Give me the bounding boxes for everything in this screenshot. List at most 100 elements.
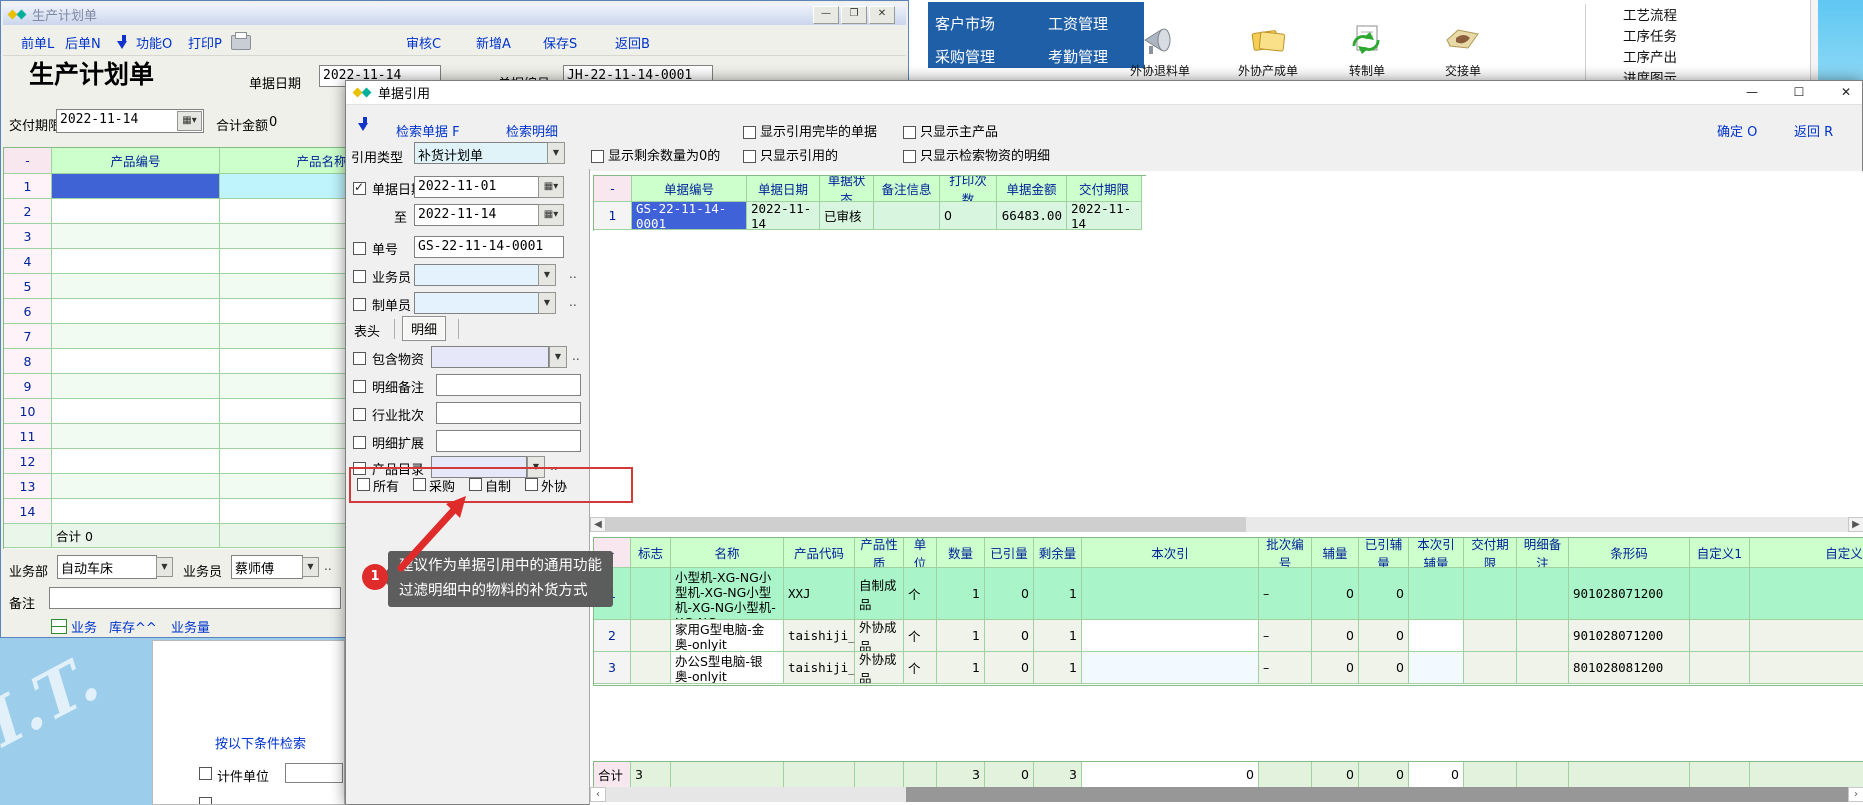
more-button[interactable]: .. (569, 295, 577, 309)
side-menu-item-工序产出[interactable]: 工序产出 (1623, 46, 1677, 66)
icon-button-3[interactable]: 转制单 (1322, 22, 1412, 79)
piece-unit-input[interactable] (285, 763, 343, 783)
checkbox[interactable] (743, 150, 756, 163)
chevron-down-icon[interactable]: ▼ (538, 292, 556, 314)
more-button[interactable]: .. (324, 559, 332, 573)
menu-item-考勤管理[interactable]: 考勤管理 (1048, 46, 1108, 67)
partial-checkbox[interactable] (199, 797, 212, 805)
tab-header[interactable]: 表头 (354, 321, 380, 340)
scroll-right-icon[interactable]: › (1848, 787, 1863, 802)
dept-combo[interactable]: 自动车床 (57, 555, 157, 579)
toolbar-item-8[interactable]: 返回B (615, 33, 650, 52)
scroll-track[interactable] (606, 787, 1848, 802)
toolbar-item-1[interactable]: 前单L (21, 33, 54, 52)
side-menu-item-工艺流程[interactable]: 工艺流程 (1623, 4, 1677, 24)
search-details-button[interactable]: 检索明细 (506, 121, 558, 140)
more-button[interactable]: .. (572, 349, 580, 363)
toolbar-item-5[interactable]: 审核C (406, 33, 441, 52)
minimize-icon[interactable]: — (813, 6, 839, 24)
search-by-condition-link[interactable]: 按以下条件检索 (215, 733, 306, 752)
cell: 0 (985, 568, 1034, 620)
icon-button-2[interactable]: 外协产成单 (1223, 22, 1313, 79)
scroll-right-icon[interactable]: ▶ (1848, 517, 1863, 532)
chevron-down-icon[interactable]: ▼ (302, 557, 319, 577)
piece-unit-checkbox[interactable] (199, 767, 212, 780)
main-window-titlebar[interactable]: 生产计划单 (3, 3, 906, 25)
cell: taishiji_s (784, 652, 855, 684)
ok-button[interactable]: 确定 O (1717, 121, 1757, 140)
menu-item-客户市场[interactable]: 客户市场 (935, 13, 995, 34)
scroll-left-icon[interactable]: ‹ (590, 787, 606, 802)
checkbox[interactable] (903, 150, 916, 163)
checkbox[interactable] (353, 436, 366, 449)
checkbox[interactable] (903, 126, 916, 139)
icon-button-1[interactable]: 外协退料单 (1115, 22, 1205, 79)
side-menu-item-工序任务[interactable]: 工序任务 (1623, 25, 1677, 45)
checkbox[interactable] (353, 270, 366, 283)
detail-row[interactable]: 3办公S型电脑-银奥-onlyittaishiji_s外协成品个101–0080… (594, 652, 1863, 684)
h-scrollbar[interactable]: ◀ ▶ (590, 517, 1863, 532)
chevron-down-icon[interactable]: ▼ (549, 346, 567, 368)
dialog-titlebar[interactable]: 单据引用 (346, 81, 1862, 105)
chevron-down-icon[interactable]: ▼ (547, 142, 565, 164)
checkbox[interactable] (353, 352, 366, 365)
checkbox[interactable] (353, 242, 366, 255)
back-button[interactable]: 返回 R (1794, 121, 1833, 140)
chevron-down-icon[interactable]: ▼ (538, 264, 556, 286)
toolbar-item-4[interactable]: 打印P (188, 33, 222, 52)
calendar-dropdown-icon[interactable]: ▦▾ (538, 204, 564, 226)
salesman-combo[interactable]: 蔡师傅 (231, 555, 303, 579)
chevron-down-icon[interactable]: ▼ (156, 557, 173, 577)
more-button[interactable]: .. (569, 267, 577, 281)
checkbox[interactable] (591, 150, 604, 163)
filter-input-至[interactable]: 2022-11-14 (414, 204, 539, 226)
icon-button-4[interactable]: 交接单 (1418, 22, 1508, 79)
footer-link-2[interactable]: 库存^^ (109, 617, 157, 636)
filter-combo-业务员[interactable] (414, 264, 539, 286)
checkbox[interactable] (743, 126, 756, 139)
checked-checkbox[interactable] (353, 182, 366, 195)
filter-input-行业批次[interactable] (436, 402, 581, 424)
footer-link-1[interactable]: 业务 (51, 617, 97, 636)
maximize-icon[interactable]: ☐ (1783, 81, 1815, 104)
calendar-dropdown-icon[interactable]: ▦▾ (177, 111, 202, 131)
detail-row[interactable]: 2家用G型电脑-金奥-onlyittaishiji_g外协成品个101–0090… (594, 620, 1863, 652)
doc-row[interactable]: 1GS-22-11-14-00012022-11-14已审核066483.002… (594, 202, 1142, 230)
calendar-dropdown-icon[interactable]: ▦▾ (538, 176, 564, 198)
cell (52, 349, 220, 374)
filter-combo-包含物资[interactable] (431, 346, 549, 368)
toolbar-item-3[interactable]: 功能O (136, 33, 172, 52)
cell: GS-22-11-14-0001 (632, 202, 747, 230)
maximize-icon[interactable]: ❐ (841, 6, 867, 24)
checkbox[interactable] (353, 380, 366, 393)
filter-input-单据日期[interactable]: 2022-11-01 (414, 176, 539, 198)
filter-input-明细扩展[interactable] (436, 430, 581, 452)
footer-link-3[interactable]: 业务量 (171, 617, 210, 636)
tab-detail[interactable]: 明细 (402, 316, 446, 341)
close-icon[interactable]: ✕ (1830, 81, 1862, 104)
checkbox[interactable] (353, 408, 366, 421)
note-input[interactable] (49, 587, 341, 609)
toolbar-item-7[interactable]: 保存S (543, 33, 577, 52)
filter-input-单号[interactable]: GS-22-11-14-0001 (414, 236, 564, 258)
filter-combo-制单员[interactable] (414, 292, 539, 314)
close-icon[interactable]: ✕ (869, 6, 895, 24)
h-scrollbar[interactable]: ‹ › (590, 787, 1863, 802)
detail-row[interactable]: 1小型机-XG-NG小型机-XG-NG小型机-XG-NG小型机-XG-NGXXJ… (594, 568, 1863, 620)
toolbar-item-6[interactable]: 新增A (476, 33, 511, 52)
scroll-left-icon[interactable]: ◀ (590, 517, 606, 532)
checkbox[interactable] (353, 298, 366, 311)
toolbar-item-2[interactable]: 后单N (65, 33, 101, 52)
filter-checkbox-row: 显示剩余数量为0的 (591, 145, 720, 164)
ref-type-combo[interactable]: 补货计划单 (414, 142, 548, 164)
menu-item-工资管理[interactable]: 工资管理 (1048, 13, 1108, 34)
scroll-track[interactable] (606, 517, 1848, 532)
row-number: 5 (4, 274, 52, 299)
search-docs-button[interactable]: 检索单据 F (396, 121, 460, 140)
scroll-thumb[interactable] (606, 517, 1246, 532)
scroll-thumb[interactable] (606, 787, 906, 802)
menu-item-采购管理[interactable]: 采购管理 (935, 46, 995, 67)
printer-icon[interactable] (231, 35, 251, 50)
filter-input-明细备注[interactable] (436, 374, 581, 396)
minimize-icon[interactable]: — (1736, 81, 1768, 104)
